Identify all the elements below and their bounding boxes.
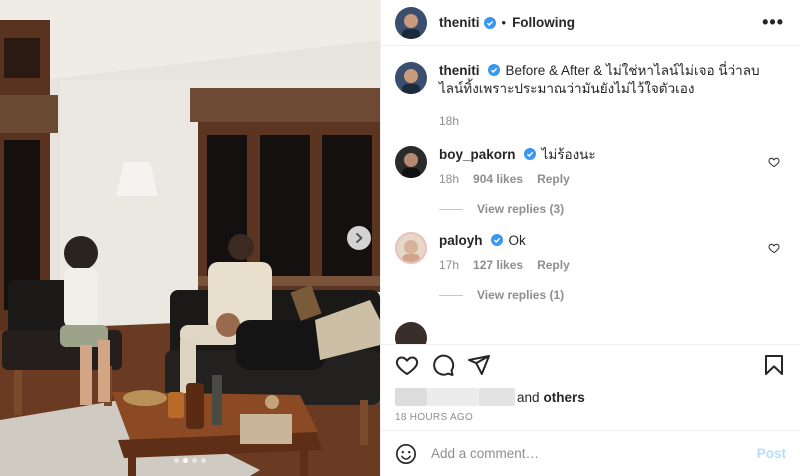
post-timestamp[interactable]: 18 HOURS AGO [381, 410, 800, 430]
avatar[interactable] [395, 62, 427, 94]
more-options-button[interactable]: ••• [762, 12, 784, 33]
living-room-photo [0, 0, 380, 476]
caption-username[interactable]: theniti [439, 63, 480, 78]
reply-button[interactable]: Reply [537, 170, 570, 188]
view-replies-label: View replies (3) [477, 202, 565, 216]
instagram-post-modal: theniti • Following ••• theniti Before &… [0, 0, 800, 476]
separator-dot: • [501, 15, 507, 30]
avatar[interactable] [395, 6, 427, 39]
carousel-dots [0, 458, 380, 463]
post-button[interactable]: Post [757, 446, 786, 461]
avatar-image [395, 322, 427, 344]
likes-and: and [517, 389, 540, 405]
heart-icon[interactable] [395, 353, 419, 377]
header-username[interactable]: theniti [439, 15, 480, 30]
likes-summary[interactable]: and others [381, 384, 800, 410]
verified-badge-icon [487, 64, 500, 76]
post-photo[interactable] [0, 0, 380, 476]
comment-body: paloyh Ok 17h 127 likes Reply [439, 232, 786, 274]
comments-list[interactable]: theniti Before & After & ไม่ใช่หาไลน์ไม่เ… [381, 46, 800, 344]
caption: theniti Before & After & ไม่ใช่หาไลน์ไม่เ… [395, 62, 786, 130]
verified-badge-icon [490, 234, 503, 246]
comment-likes[interactable]: 904 likes [473, 170, 523, 188]
avatar-image [395, 6, 427, 39]
view-replies-button[interactable]: View replies (1) [439, 288, 786, 302]
comment-row: boy_pakorn ไม่ร้องนะ 18h 904 likes Reply [395, 146, 786, 188]
comment-row: paloyh Ok 17h 127 likes Reply [395, 232, 786, 274]
blurred-avatar [395, 388, 427, 406]
blurred-username [479, 388, 515, 406]
comment-time[interactable]: 17h [439, 256, 459, 274]
emoji-icon[interactable] [395, 443, 417, 465]
comment-likes[interactable]: 127 likes [473, 256, 523, 274]
chevron-right-icon [356, 233, 363, 243]
avatar[interactable] [395, 322, 427, 344]
comment-text: Ok [508, 233, 526, 248]
caption-time[interactable]: 18h [439, 112, 459, 130]
avatar[interactable] [395, 146, 427, 178]
heart-icon[interactable] [768, 242, 780, 254]
avatar[interactable] [395, 232, 427, 264]
comment-username[interactable]: paloyh [439, 233, 483, 248]
carousel-dot-active [183, 458, 188, 463]
avatar-image [397, 234, 425, 262]
share-icon[interactable] [467, 353, 491, 377]
avatar-image [395, 62, 427, 94]
bookmark-icon[interactable] [762, 353, 786, 377]
view-replies-label: View replies (1) [477, 288, 565, 302]
reply-button[interactable]: Reply [537, 256, 570, 274]
comment-text: ไม่ร้องนะ [541, 147, 596, 162]
carousel-dot [201, 458, 206, 463]
divider [439, 208, 463, 210]
comment-body: boy_pakorn ไม่ร้องนะ 18h 904 likes Reply [439, 146, 786, 188]
carousel-dot [192, 458, 197, 463]
carousel-next-button[interactable] [347, 226, 371, 250]
blurred-username [427, 388, 479, 406]
post-header: theniti • Following ••• [381, 0, 800, 46]
divider [439, 294, 463, 296]
comment-row-partial [395, 322, 786, 344]
avatar-image [395, 146, 427, 178]
likes-others[interactable]: others [544, 390, 585, 405]
comment-time[interactable]: 18h [439, 170, 459, 188]
comment-icon[interactable] [431, 353, 455, 377]
heart-icon[interactable] [768, 156, 780, 168]
comment-username[interactable]: boy_pakorn [439, 147, 516, 162]
caption-body: theniti Before & After & ไม่ใช่หาไลน์ไม่เ… [439, 62, 786, 130]
verified-badge-icon [483, 16, 496, 29]
comment-input[interactable] [431, 446, 757, 461]
following-button[interactable]: Following [512, 15, 575, 30]
view-replies-button[interactable]: View replies (3) [439, 202, 786, 216]
post-sidebar: theniti • Following ••• theniti Before &… [380, 0, 800, 476]
carousel-dot [174, 458, 179, 463]
verified-badge-icon [523, 148, 536, 160]
post-actions [381, 344, 800, 384]
add-comment-bar: Post [381, 430, 800, 476]
